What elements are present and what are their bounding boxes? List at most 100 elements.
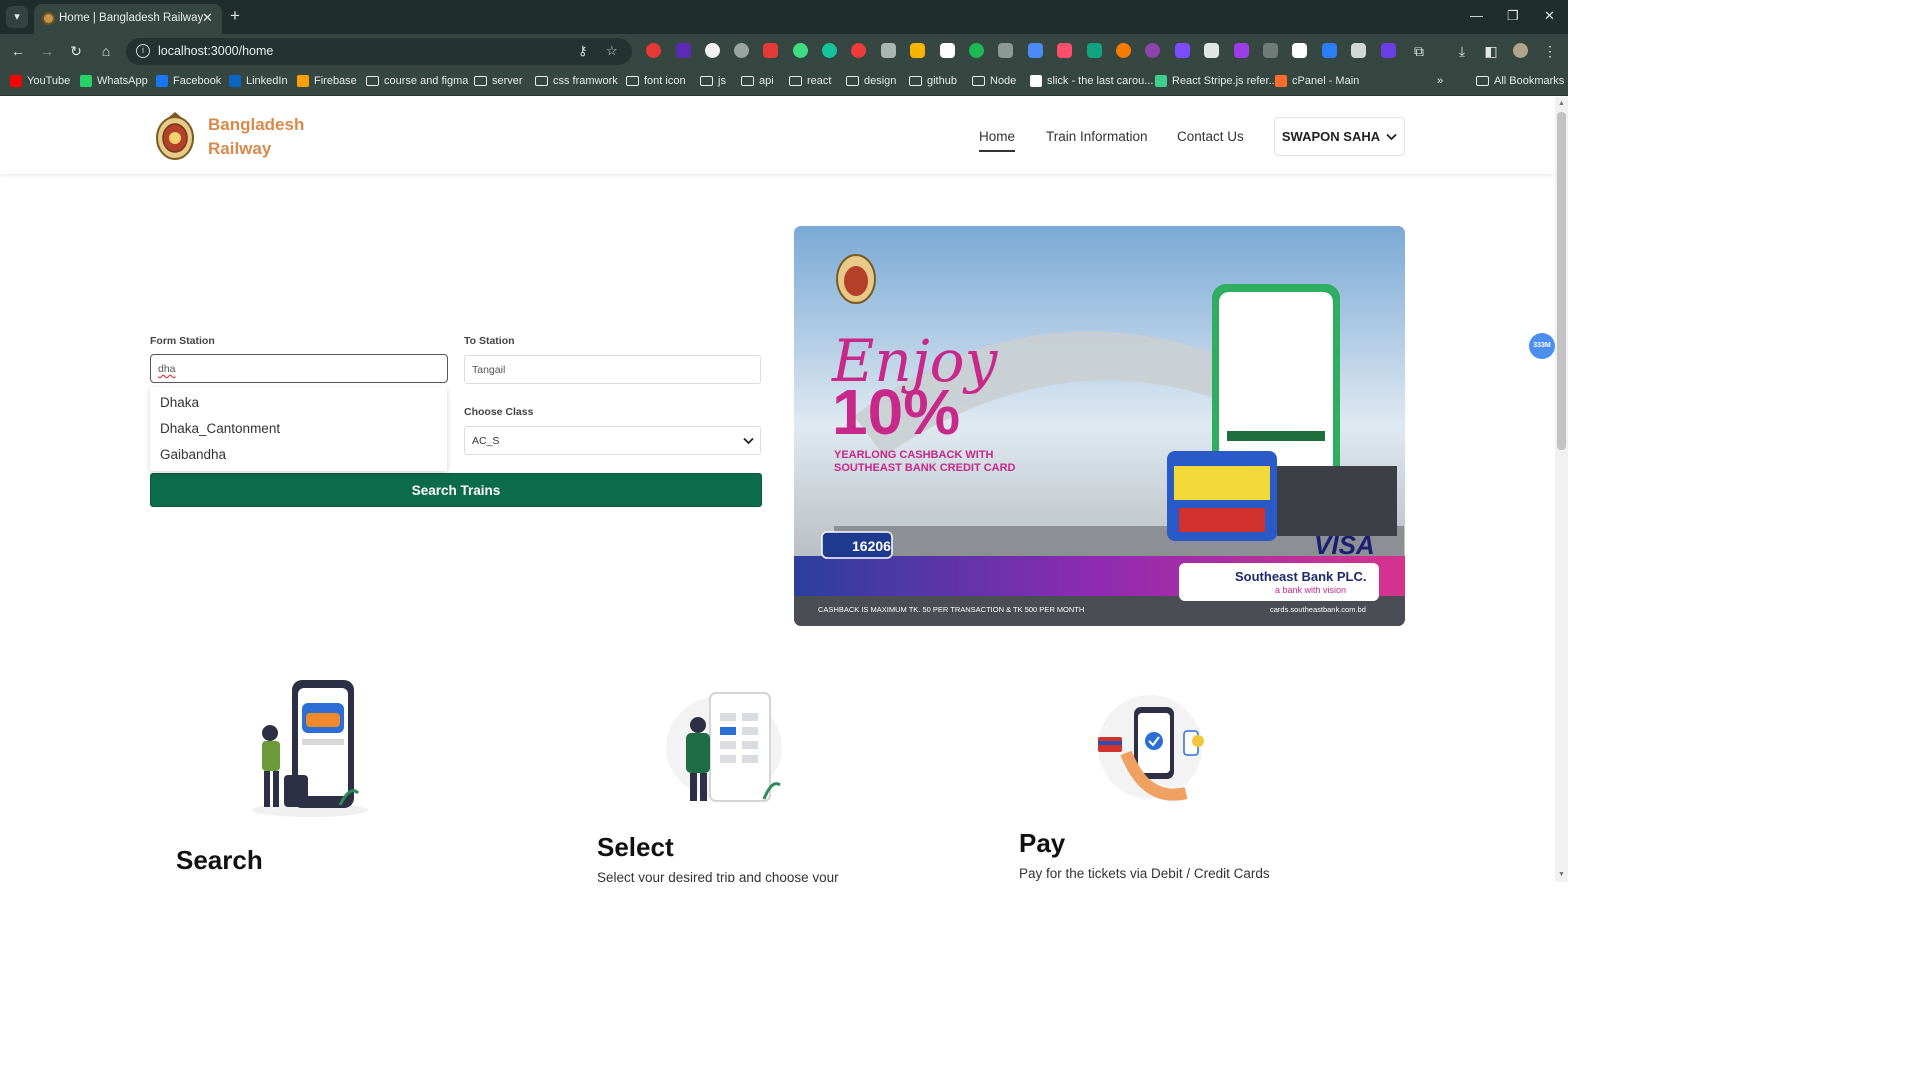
extension-icon[interactable] (734, 43, 749, 58)
all-bookmarks-button[interactable]: All Bookmarks (1476, 75, 1564, 87)
bookmark-label: server (492, 75, 523, 87)
browser-menu-icon[interactable]: ⋮ (1540, 41, 1560, 61)
active-tab[interactable]: Home | Bangladesh Railway ✕ (34, 4, 222, 34)
tab-search-button[interactable]: ▾ (6, 6, 28, 28)
extension-icon[interactable] (646, 43, 661, 58)
floating-badge[interactable]: 333M (1529, 333, 1555, 359)
side-panel-icon[interactable]: ◧ (1481, 41, 1501, 61)
nav-contact-us[interactable]: Contact Us (1177, 129, 1244, 144)
profile-avatar-icon[interactable] (1513, 43, 1528, 58)
close-window-icon[interactable]: ✕ (1544, 8, 1555, 24)
promo-banner[interactable]: Enjoy 10% YEARLONG CASHBACK WITH SOUTHEA… (794, 226, 1405, 626)
suggestion-item[interactable]: Dhaka_Cantonment (160, 421, 280, 436)
bookmark-label: cPanel - Main (1292, 75, 1360, 87)
to-station-input[interactable]: Tangail (464, 355, 761, 384)
bookmark-item[interactable]: css framwork (535, 75, 618, 87)
bookmark-label: Facebook (173, 75, 222, 87)
nav-home[interactable]: Home (979, 129, 1016, 152)
extension-icon[interactable] (1145, 43, 1160, 58)
bangladesh-railway-logo[interactable] (155, 111, 195, 161)
bookmark-item[interactable]: LinkedIn (229, 75, 288, 87)
chatgpt-icon[interactable] (1087, 43, 1102, 58)
bookmark-item[interactable]: js (700, 75, 726, 87)
bookmark-star-icon[interactable]: ☆ (606, 43, 618, 59)
suggestion-item[interactable]: Dhaka (160, 395, 199, 410)
extension-icon[interactable] (969, 43, 984, 58)
forward-icon[interactable]: → (37, 41, 57, 61)
eyedropper-icon[interactable] (1351, 43, 1366, 58)
extension-icon[interactable] (763, 43, 778, 58)
nav-train-information[interactable]: Train Information (1046, 129, 1148, 144)
bookmark-item[interactable]: Facebook (156, 75, 221, 87)
bookmark-item[interactable]: server (474, 75, 523, 87)
bookmark-item[interactable]: YouTube (10, 75, 70, 87)
scroll-down-arrow-icon[interactable]: ▼ (1558, 871, 1565, 878)
bookmark-item[interactable]: react (789, 75, 831, 87)
search-trains-button[interactable]: Search Trains (150, 473, 762, 507)
suggestion-item[interactable]: Gaibandha (160, 447, 226, 462)
step-pay-text: Pay for the tickets via Debit / Credit C… (1019, 866, 1270, 881)
folder-icon (972, 76, 985, 86)
site-info-icon[interactable]: i (136, 44, 150, 58)
to-station-value: Tangail (472, 364, 506, 376)
extension-icon[interactable] (1175, 43, 1190, 58)
extension-icon[interactable] (705, 43, 720, 58)
back-icon[interactable]: ← (8, 41, 28, 61)
bookmark-item[interactable]: github (909, 75, 957, 87)
more-bookmarks-icon[interactable]: » (1437, 75, 1443, 87)
bookmark-item[interactable]: Firebase (297, 75, 357, 87)
extension-icon[interactable] (793, 43, 808, 58)
reload-icon[interactable]: ↻ (66, 41, 86, 61)
extension-icon[interactable] (1292, 43, 1307, 58)
from-station-input[interactable]: dha (150, 354, 448, 383)
bookmark-item[interactable]: api (741, 75, 774, 87)
class-select[interactable]: AC_S (464, 426, 761, 455)
folder-icon (474, 76, 487, 86)
extension-icon[interactable] (1381, 43, 1396, 58)
close-tab-icon[interactable]: ✕ (202, 10, 213, 26)
promo-banner-image: Enjoy 10% YEARLONG CASHBACK WITH SOUTHEA… (794, 226, 1405, 626)
bookmark-item[interactable]: font icon (626, 75, 686, 87)
banner-footer: CASHBACK IS MAXIMUM TK. 50 PER TRANSACTI… (818, 605, 1084, 614)
more-extensions-icon[interactable] (1263, 43, 1278, 58)
extension-icon[interactable] (1234, 43, 1249, 58)
extension-icon[interactable] (1028, 43, 1043, 58)
page-viewport: Bangladesh Railway Home Train Informatio… (0, 97, 1568, 882)
extension-icon[interactable] (940, 43, 955, 58)
bookmark-item[interactable]: React Stripe.js refer... (1155, 75, 1278, 87)
new-tab-icon[interactable]: + (230, 6, 240, 26)
step-search-title: Search (176, 845, 263, 875)
extension-icon[interactable] (910, 43, 925, 58)
user-menu-button[interactable]: SWAPON SAHA (1274, 117, 1405, 156)
extension-icon[interactable] (1204, 43, 1219, 58)
extensions-puzzle-icon[interactable]: ⧉ (1409, 41, 1429, 61)
bookmark-item[interactable]: slick - the last carou... (1030, 75, 1153, 87)
step-select-title: Select (597, 832, 674, 862)
search-illustration (252, 680, 368, 817)
home-icon[interactable]: ⌂ (96, 41, 116, 61)
grammarly-icon[interactable] (822, 43, 837, 58)
bookmark-item[interactable]: cPanel - Main (1275, 75, 1359, 87)
extension-icon[interactable] (676, 43, 691, 58)
camera-icon[interactable] (998, 43, 1013, 58)
extension-icon[interactable] (851, 43, 866, 58)
bookmark-favicon-icon (156, 75, 168, 87)
bookmark-item[interactable]: course and figma (366, 75, 468, 87)
bookmark-item[interactable]: Node (972, 75, 1016, 87)
page-scrollbar[interactable]: ▲ ▼ (1555, 97, 1568, 882)
scroll-up-arrow-icon[interactable]: ▲ (1558, 100, 1565, 107)
address-bar[interactable]: i localhost:3000/home ⚷ ☆ (126, 38, 632, 65)
banner-bank-name: Southeast Bank PLC. (1235, 569, 1366, 584)
password-key-icon[interactable]: ⚷ (578, 43, 588, 59)
extension-icon[interactable] (1057, 43, 1072, 58)
brand-name[interactable]: Bangladesh Railway (208, 113, 304, 161)
restore-icon[interactable]: ❐ (1507, 8, 1519, 24)
bookmark-item[interactable]: design (846, 75, 896, 87)
extension-icon[interactable] (1322, 43, 1337, 58)
scrollbar-thumb[interactable] (1557, 112, 1566, 450)
extension-icon[interactable] (1116, 43, 1131, 58)
extension-icon[interactable] (881, 43, 896, 58)
minimize-icon[interactable]: — (1470, 8, 1483, 23)
bookmark-item[interactable]: WhatsApp (80, 75, 148, 87)
download-icon[interactable]: ⤓ (1452, 41, 1472, 61)
